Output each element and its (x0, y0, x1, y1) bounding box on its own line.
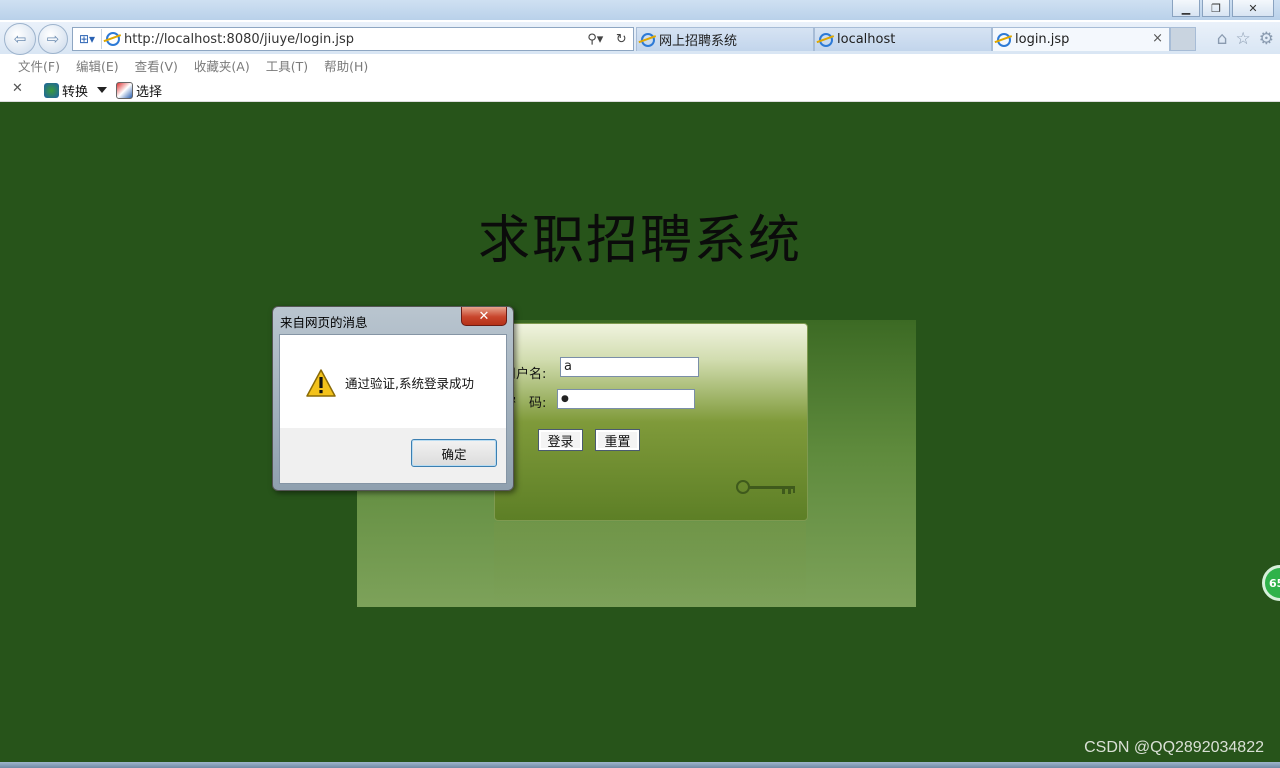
menu-bar: 文件(F) 编辑(E) 查看(V) 收藏夹(A) 工具(T) 帮助(H) (0, 56, 1280, 78)
menu-file[interactable]: 文件(F) (18, 56, 60, 78)
password-input[interactable]: ● (557, 389, 695, 409)
ie-tab-icon (819, 32, 833, 47)
tab-label: login.jsp (1015, 32, 1070, 47)
favorites-star-icon[interactable]: ☆ (1236, 29, 1251, 49)
tab-login[interactable]: login.jsp × (992, 27, 1170, 51)
ok-button[interactable]: 确定 (411, 439, 497, 467)
maximize-button[interactable]: ❐ (1202, 0, 1230, 17)
watermark-text: CSDN @QQ2892034822 (1084, 739, 1264, 756)
dialog-body: 通过验证,系统登录成功 确定 (279, 334, 507, 484)
page-content: 求职招聘系统 用户名: a 密 码: ● 登录 重置 (0, 102, 1280, 762)
address-url[interactable]: http://localhost:8080/jiuye/login.jsp (124, 32, 581, 47)
key-icon (736, 480, 795, 494)
forward-button[interactable]: ⇨ (38, 24, 68, 54)
convert-icon (44, 83, 59, 98)
tab-close-icon[interactable]: × (1152, 31, 1163, 46)
ie-tab-icon (641, 32, 655, 47)
refresh-icon[interactable]: ↻ (616, 32, 627, 47)
menu-view[interactable]: 查看(V) (135, 56, 178, 78)
search-icon[interactable]: ⚲▾ (587, 32, 603, 47)
window-controls: ▁ ❐ ✕ (1172, 0, 1274, 17)
menu-help[interactable]: 帮助(H) (324, 56, 368, 78)
convert-button[interactable]: 转换 (44, 81, 88, 100)
command-toolbar: ✕ 转换 选择 (0, 79, 1280, 102)
username-input[interactable]: a (560, 357, 699, 377)
dialog-title: 来自网页的消息 (280, 315, 368, 330)
dialog-footer: 确定 (280, 428, 506, 483)
convert-label: 转换 (62, 85, 89, 100)
dialog-message: 通过验证,系统登录成功 (345, 376, 474, 391)
dialog-close-button[interactable]: ✕ (461, 307, 507, 326)
address-bar[interactable]: ⊞▾ http://localhost:8080/jiuye/login.jsp… (72, 27, 634, 51)
back-arrow-icon: ⇦ (13, 30, 27, 48)
panel-reflection (494, 522, 806, 606)
select-icon (116, 82, 133, 99)
menu-tools[interactable]: 工具(T) (266, 56, 308, 78)
toolbar-close-icon[interactable]: ✕ (12, 81, 23, 96)
reset-button[interactable]: 重置 (595, 429, 640, 451)
taskbar (0, 762, 1280, 768)
navigation-row: ⇦ ⇨ ⊞▾ http://localhost:8080/jiuye/login… (0, 22, 1280, 55)
alert-dialog: 来自网页的消息 ✕ 通过验证,系统登录成功 确定 (272, 306, 514, 491)
forward-arrow-icon: ⇨ (46, 30, 60, 48)
tab-localhost[interactable]: localhost (814, 27, 992, 51)
compatibility-view-icon[interactable]: ⊞▾ (73, 29, 102, 49)
back-button[interactable]: ⇦ (4, 23, 36, 55)
convert-dropdown-icon[interactable] (97, 87, 107, 93)
browser-chrome: ▁ ❐ ✕ ⇦ ⇨ ⊞▾ http://localhost:8080/jiuye… (0, 0, 1280, 102)
warning-icon (306, 369, 336, 397)
menu-favorites[interactable]: 收藏夹(A) (194, 56, 250, 78)
select-button[interactable]: 选择 (116, 81, 162, 100)
tab-job-system[interactable]: 网上招聘系统 (636, 27, 814, 51)
login-button[interactable]: 登录 (538, 429, 583, 451)
tab-label: localhost (837, 32, 896, 47)
minimize-button[interactable]: ▁ (1172, 0, 1200, 17)
ie-tab-icon (997, 32, 1011, 47)
tab-label: 网上招聘系统 (659, 34, 738, 49)
select-label: 选择 (136, 85, 163, 100)
ie-page-icon (106, 32, 120, 46)
new-tab-button[interactable] (1170, 27, 1196, 51)
page-title: 求职招聘系统 (477, 211, 802, 271)
gear-icon[interactable]: ⚙ (1259, 29, 1274, 49)
title-bar: ▁ ❐ ✕ (0, 0, 1280, 20)
menu-edit[interactable]: 编辑(E) (76, 56, 119, 78)
home-icon[interactable]: ⌂ (1217, 29, 1228, 49)
close-window-button[interactable]: ✕ (1232, 0, 1274, 17)
